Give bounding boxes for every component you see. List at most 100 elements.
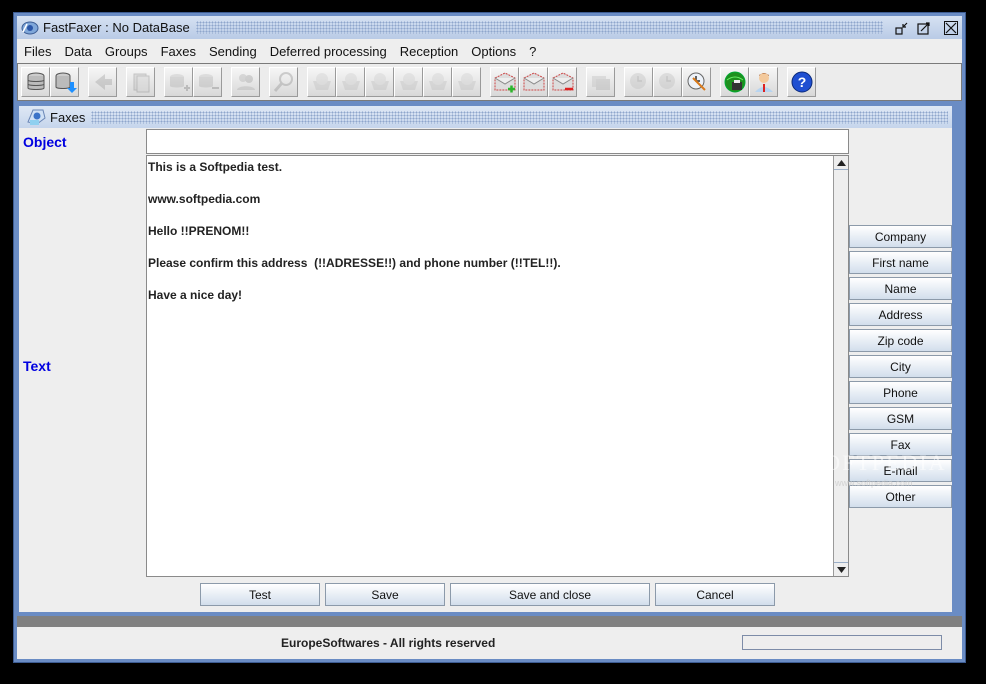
menu-data[interactable]: Data	[64, 44, 91, 59]
object-input[interactable]	[146, 129, 849, 154]
insert-field-name-button[interactable]: Name	[849, 277, 952, 300]
users-remove-icon	[236, 74, 255, 90]
insert-field-other-button[interactable]: Other	[849, 485, 952, 508]
toolbar-button-database-remove[interactable]	[193, 67, 222, 97]
save-button[interactable]: Save	[325, 583, 445, 606]
close-button[interactable]	[943, 20, 959, 36]
text-line: www.softpedia.com	[148, 192, 261, 206]
status-bar: EuropeSoftwares - All rights reserved	[17, 627, 962, 659]
toolbar-button-basket-3[interactable]	[365, 67, 394, 97]
menu-reception[interactable]: Reception	[400, 44, 459, 59]
documents-icon	[133, 73, 149, 93]
insert-field-gsm-button[interactable]: GSM	[849, 407, 952, 430]
toolbar-button-back-arrow[interactable]	[88, 67, 117, 97]
text-line: This is a Softpedia test.	[148, 160, 283, 174]
basket-6-icon	[457, 73, 476, 90]
insert-field-phone-button[interactable]: Phone	[849, 381, 952, 404]
toolbar-button-basket-1[interactable]	[307, 67, 336, 97]
menu-sending[interactable]: Sending	[209, 44, 257, 59]
maximize-icon	[917, 21, 930, 35]
faxes-internal-frame: Faxes Object Text This is a Softpedia te…	[17, 104, 954, 614]
menu-options[interactable]: Options	[471, 44, 516, 59]
toolbar-button-photos[interactable]	[586, 67, 615, 97]
title-bar[interactable]: FastFaxer : No DataBase	[17, 16, 962, 39]
insert-field-fax-button[interactable]: Fax	[849, 433, 952, 456]
toolbar-button-mail-add[interactable]	[490, 67, 519, 97]
text-line: Hello !!PRENOM!!	[148, 224, 250, 238]
app-window: FastFaxer : No DataBase Files Data Groups F…	[13, 12, 966, 663]
frame-title-texture	[91, 110, 948, 124]
toolbar-button-clock-add[interactable]	[624, 67, 653, 97]
progress-bar	[742, 635, 942, 650]
copyright-text: EuropeSoftwares - All rights reserved	[281, 636, 496, 650]
scroll-down-button[interactable]	[834, 562, 848, 576]
insert-field-first-name-button[interactable]: First name	[849, 251, 952, 274]
fax-text-content[interactable]: This is a Softpedia test. www.softpedia.c…	[148, 157, 832, 575]
toolbar-button-documents[interactable]	[126, 67, 155, 97]
svg-text:?: ?	[797, 74, 806, 90]
user-icon	[754, 73, 773, 92]
toolbar-button-help[interactable]: ?	[787, 67, 816, 97]
insert-field-e-mail-button[interactable]: E-mail	[849, 459, 952, 482]
faxes-frame-title: Faxes	[50, 109, 86, 125]
arrow-up-icon	[836, 159, 846, 166]
maximize-button[interactable]	[916, 20, 932, 36]
toolbar-button-database-add[interactable]	[164, 67, 193, 97]
scroll-up-button[interactable]	[834, 156, 848, 170]
close-icon	[944, 20, 958, 35]
toolbar-button-mail-edit[interactable]	[519, 67, 548, 97]
save-and-close-button[interactable]: Save and close	[450, 583, 650, 606]
clock-edit-icon	[687, 72, 706, 91]
basket-1-icon	[312, 73, 331, 90]
basket-3-icon	[370, 73, 389, 90]
toolbar-button-basket-2[interactable]	[336, 67, 365, 97]
app-logo-icon	[21, 21, 39, 34]
faxes-frame-title-bar[interactable]: Faxes	[19, 106, 952, 128]
fax-icon	[27, 109, 46, 125]
mail-remove-icon	[552, 72, 573, 91]
window-title: FastFaxer : No DataBase	[43, 20, 190, 35]
toolbar-button-mail-remove[interactable]	[548, 67, 577, 97]
toolbar-button-globe-fax[interactable]	[720, 67, 749, 97]
toolbar-button-basket-6[interactable]	[452, 67, 481, 97]
arrow-down-icon	[836, 566, 846, 573]
text-line: Have a nice day!	[148, 288, 243, 302]
basket-4-icon	[399, 73, 418, 90]
menu-faxes[interactable]: Faxes	[161, 44, 196, 59]
object-label: Object	[23, 134, 67, 150]
toolbar-button-clock-edit[interactable]	[682, 67, 711, 97]
menu-groups[interactable]: Groups	[105, 44, 148, 59]
text-line: Please confirm this address (!!ADRESSE!!…	[148, 256, 561, 270]
database-icon	[27, 72, 44, 90]
back-arrow-icon	[94, 74, 112, 90]
menu-deferred-processing[interactable]: Deferred processing	[270, 44, 387, 59]
toolbar-button-clock-remove[interactable]	[653, 67, 682, 97]
mail-add-icon	[494, 72, 515, 93]
cancel-button[interactable]: Cancel	[655, 583, 775, 606]
text-vertical-scrollbar[interactable]	[833, 156, 848, 576]
toolbar-button-basket-4[interactable]	[394, 67, 423, 97]
menu-help[interactable]: ?	[529, 44, 536, 59]
text-label: Text	[23, 358, 51, 374]
database-import-icon	[55, 72, 77, 93]
insert-field-company-button[interactable]: Company	[849, 225, 952, 248]
toolbar-button-user[interactable]	[749, 67, 778, 97]
toolbar-button-database[interactable]	[21, 67, 50, 97]
basket-2-icon	[341, 73, 360, 90]
minimize-icon	[895, 22, 908, 35]
test-button[interactable]: Test	[200, 583, 320, 606]
minimize-button[interactable]	[894, 20, 910, 36]
menu-files[interactable]: Files	[24, 44, 51, 59]
toolbar-button-search[interactable]	[269, 67, 298, 97]
toolbar: ?	[17, 63, 962, 101]
toolbar-button-users-remove[interactable]	[231, 67, 260, 97]
database-remove-icon	[198, 74, 219, 89]
toolbar-button-basket-5[interactable]	[423, 67, 452, 97]
insert-field-address-button[interactable]: Address	[849, 303, 952, 326]
fax-text-editor[interactable]: This is a Softpedia test. www.softpedia.c…	[146, 155, 849, 577]
help-icon: ?	[791, 71, 812, 93]
insert-field-zip-code-button[interactable]: Zip code	[849, 329, 952, 352]
insert-field-city-button[interactable]: City	[849, 355, 952, 378]
toolbar-button-database-import[interactable]	[50, 67, 79, 97]
title-bar-texture	[195, 21, 883, 34]
